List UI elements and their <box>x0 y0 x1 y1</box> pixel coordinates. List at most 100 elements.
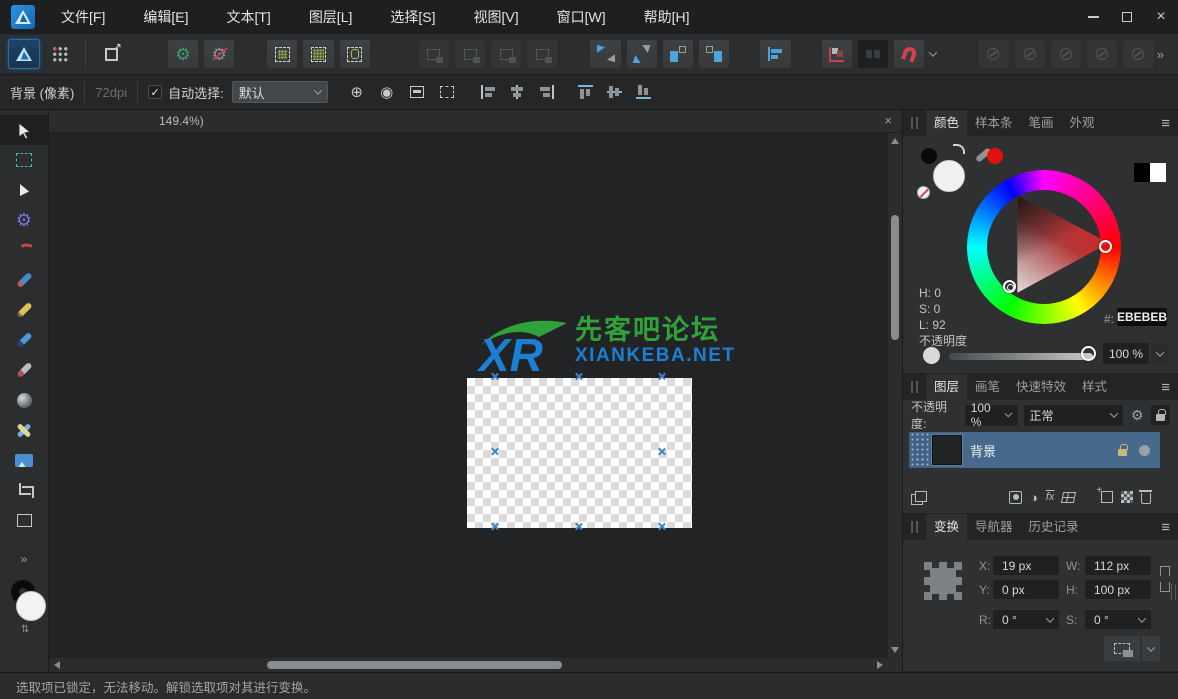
tab-layers[interactable]: 图层 <box>926 374 968 400</box>
opacity-dropdown-button[interactable] <box>1151 343 1168 364</box>
triangle-marker[interactable] <box>1003 280 1016 293</box>
fill-swatch[interactable] <box>16 591 46 621</box>
horizontal-scroll-thumb[interactable] <box>267 661 562 669</box>
vertical-scrollbar[interactable] <box>888 133 902 658</box>
opacity-value-field[interactable]: 100 % <box>1103 343 1149 364</box>
panel-grip-icon[interactable] <box>911 117 918 129</box>
rotate-ccw-button[interactable] <box>661 39 695 69</box>
pixel-persona-button[interactable] <box>44 39 76 69</box>
menu-file[interactable]: 文件[F] <box>45 0 121 34</box>
swap-colors-icon[interactable]: ⇅ <box>21 624 29 635</box>
tab-transform[interactable]: 变换 <box>926 514 968 540</box>
scroll-down-icon[interactable] <box>891 647 899 653</box>
panel-menu-icon[interactable]: ≡ <box>1161 519 1170 536</box>
close-button[interactable]: × <box>1144 0 1178 34</box>
panel-menu-icon[interactable]: ≡ <box>1161 379 1170 396</box>
menu-view[interactable]: 视图[V] <box>458 0 535 34</box>
vector-brush-tool[interactable] <box>0 325 48 355</box>
pencil-tool[interactable] <box>0 295 48 325</box>
panel-resize-grip[interactable] <box>1171 584 1176 600</box>
flip-horizontal-button[interactable] <box>589 39 622 69</box>
align-top-button[interactable] <box>577 85 593 99</box>
auto-select-dropdown[interactable]: 默认 <box>231 81 328 103</box>
pen-tool[interactable] <box>0 265 48 295</box>
align-left-button[interactable] <box>480 85 496 99</box>
edit-all-layers-icon[interactable] <box>911 491 927 505</box>
corner-tool[interactable] <box>0 235 48 265</box>
layer-thumbnail[interactable] <box>931 434 963 466</box>
black-white-swatch[interactable] <box>1134 163 1166 182</box>
marquee-dots-button[interactable] <box>266 39 299 69</box>
document-tab[interactable]: 149.4%) <box>159 114 204 128</box>
insert-disabled-button-1[interactable] <box>417 39 450 69</box>
disabled-tool-button-3[interactable] <box>1049 39 1083 69</box>
selection-handle[interactable] <box>574 372 583 381</box>
selection-handle[interactable] <box>490 372 499 381</box>
selection-handle[interactable] <box>490 447 499 456</box>
layer-effects-icon[interactable]: fx <box>1046 491 1055 503</box>
menu-layer[interactable]: 图层[L] <box>293 0 369 34</box>
fill-tool[interactable] <box>0 385 48 415</box>
selection-handle[interactable] <box>574 522 583 531</box>
disabled-tool-button-5[interactable] <box>1122 39 1155 69</box>
alignment-button[interactable] <box>759 39 792 69</box>
hue-marker[interactable] <box>1099 240 1112 253</box>
menu-edit[interactable]: 编辑[E] <box>127 0 204 34</box>
menu-text[interactable]: 文本[T] <box>210 0 286 34</box>
selection-handle[interactable] <box>490 522 499 531</box>
menu-window[interactable]: 窗口[W] <box>541 0 622 34</box>
snapping-options-dropdown[interactable] <box>925 39 939 69</box>
tab-appearance[interactable]: 外观 <box>1062 110 1103 136</box>
rotate-swatches-icon[interactable] <box>953 144 965 154</box>
opacity-slider-track[interactable] <box>949 353 1093 360</box>
blend-options-gear-icon[interactable]: ⚙ <box>1131 407 1144 424</box>
knife-tool[interactable] <box>0 355 48 385</box>
mask-layer-icon[interactable] <box>1009 490 1022 504</box>
node-tool[interactable] <box>0 175 48 205</box>
selection-handle[interactable] <box>657 372 666 381</box>
align-right-button[interactable] <box>539 85 554 99</box>
adjustment-layer-icon[interactable]: ◑ <box>1030 490 1038 505</box>
insert-disabled-button-2[interactable] <box>453 39 487 69</box>
link-dimensions-icon[interactable] <box>1160 566 1170 592</box>
tab-styles[interactable]: 样式 <box>1074 374 1115 400</box>
flip-vertical-button[interactable] <box>625 39 658 69</box>
x-field[interactable]: 19 px <box>993 556 1059 575</box>
auto-select-checkbox[interactable] <box>148 85 163 99</box>
tab-history[interactable]: 历史记录 <box>1021 514 1087 540</box>
h-field[interactable]: 100 px <box>1085 580 1151 599</box>
layer-row-background[interactable]: 背景 <box>909 432 1160 468</box>
selection-box[interactable] <box>495 377 662 527</box>
align-middle-v-button[interactable] <box>606 85 622 99</box>
align-bottom-button[interactable] <box>635 85 651 99</box>
anchor-point-selector[interactable] <box>924 562 962 600</box>
new-pixel-layer-icon[interactable] <box>1121 491 1134 503</box>
transform-mode-dropdown[interactable] <box>1141 636 1160 661</box>
tab-swatches[interactable]: 样本条 <box>967 110 1021 136</box>
tab-stroke[interactable]: 笔画 <box>1021 110 1062 136</box>
minimize-button[interactable] <box>1076 0 1110 34</box>
marquee-mode-button[interactable] <box>432 79 462 105</box>
menu-help[interactable]: 帮助[H] <box>628 0 706 34</box>
delete-layer-icon[interactable] <box>1139 490 1153 504</box>
designer-persona-button[interactable] <box>8 39 41 69</box>
tab-navigator[interactable]: 导航器 <box>967 514 1021 540</box>
scroll-up-icon[interactable] <box>891 138 899 144</box>
new-layer-icon[interactable] <box>1096 485 1114 503</box>
force-pixel-alignment-toggle[interactable] <box>856 39 890 69</box>
no-stroke-swatch[interactable] <box>917 186 930 199</box>
more-tools-button[interactable]: » <box>0 552 48 566</box>
vertical-scroll-thumb[interactable] <box>891 215 899 340</box>
blend-mode-dropdown[interactable]: 正常 <box>1023 404 1123 426</box>
y-field[interactable]: 0 px <box>993 580 1059 599</box>
shape-tool[interactable] <box>0 505 48 535</box>
horizontal-scrollbar[interactable] <box>49 658 888 672</box>
toolbar-overflow-button[interactable]: » <box>1157 47 1172 62</box>
scroll-right-icon[interactable] <box>877 661 883 669</box>
transform-origin-button[interactable]: ⊕ <box>342 79 372 105</box>
point-transform-tool[interactable]: ⚙ <box>0 205 48 235</box>
snapping-magnet-button[interactable] <box>893 39 926 69</box>
disabled-tool-button-1[interactable] <box>977 39 1010 69</box>
rotation-field[interactable]: 0 ° <box>993 610 1059 629</box>
cycle-selection-box-button[interactable]: ◉ <box>372 79 402 105</box>
